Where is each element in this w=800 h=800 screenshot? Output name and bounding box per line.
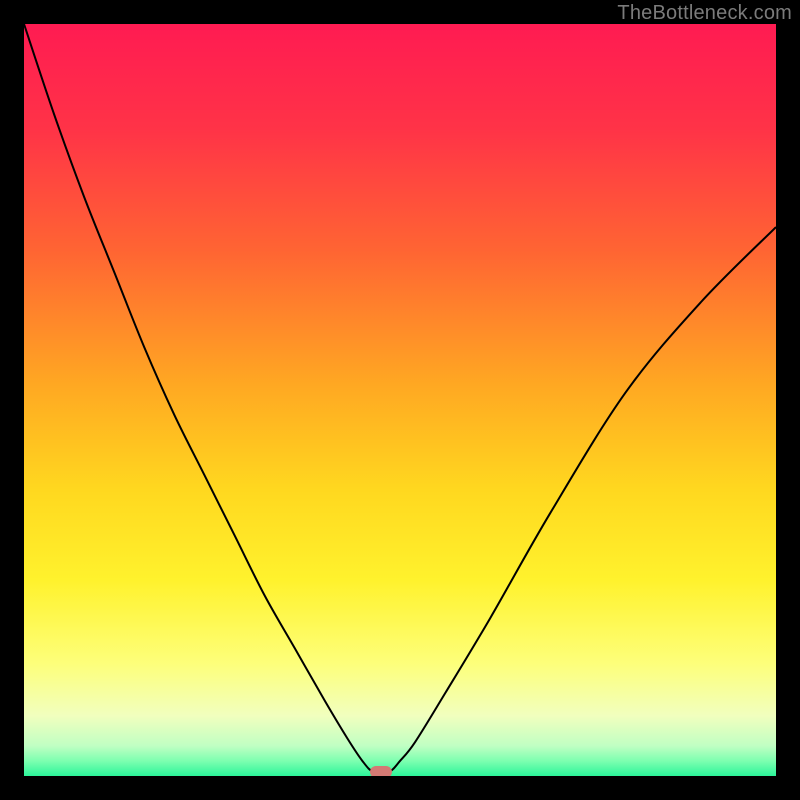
background-gradient [24, 24, 776, 776]
attribution-text: TheBottleneck.com [617, 2, 792, 25]
minimum-marker [370, 766, 392, 776]
plot-area [24, 24, 776, 776]
chart-frame: TheBottleneck.com [0, 0, 800, 800]
